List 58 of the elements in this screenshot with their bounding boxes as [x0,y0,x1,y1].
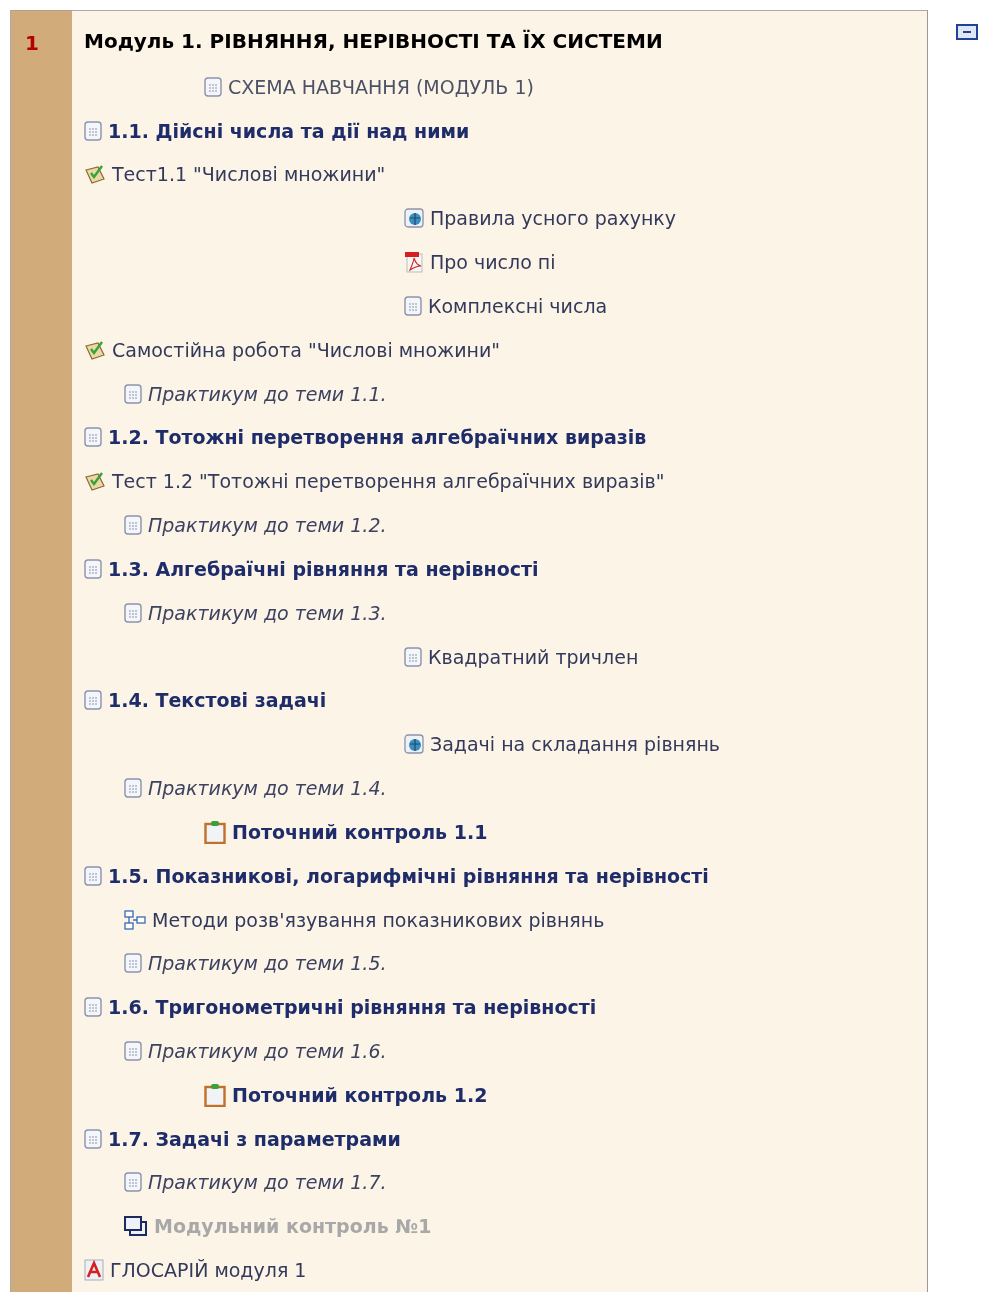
document-icon [84,1128,102,1149]
course-activity-link[interactable]: 1.2. Тотожні перетворення алгебраїчних виразів [84,426,647,449]
course-activity-link[interactable]: ГЛОСАРІЙ модуля 1 [84,1259,307,1282]
document-icon [204,76,222,97]
course-activity-link[interactable]: Практикум до теми 1.1. [124,382,387,405]
section-title: Модуль 1. РІВНЯННЯ, НЕРІВНОСТІ ТА ЇХ СИСТЕМИ [84,29,663,55]
document-icon [84,558,102,579]
windows-icon [124,1216,148,1237]
document-icon [124,515,142,536]
course-activity-link[interactable]: Практикум до теми 1.7. [124,1171,387,1194]
course-activity-link[interactable]: Комплексні числа [404,294,608,317]
course-activity-link[interactable]: Самостійна робота "Числові множини" [84,338,501,361]
course-activity-link[interactable]: Практикум до теми 1.4. [124,777,387,799]
document-icon [124,383,142,404]
course-activity-link[interactable]: Поточний контроль 1.2 [204,1082,488,1107]
course-activity-link[interactable]: Практикум до теми 1.6. [124,1040,387,1062]
document-icon [84,427,102,448]
document-icon [124,953,142,974]
section-number: 1 [25,31,39,55]
letter-icon [84,1259,104,1282]
course-activity-link[interactable]: 1.6. Тригонометричні рівняння та нерівності [84,996,597,1019]
document-icon [84,120,102,141]
document-icon [84,690,102,711]
document-icon [404,295,422,316]
document-icon [84,865,102,886]
clipboard-icon [204,819,226,844]
document-icon [124,1041,142,1061]
course-activity-link[interactable]: 1.3. Алгебраїчні рівняння та нерівності [84,557,539,580]
document-icon [124,1172,142,1193]
checklist-icon [84,164,106,185]
course-activity-link[interactable]: Поточний контроль 1.1 [204,819,488,844]
collapse-icon[interactable] [956,24,978,40]
globe-icon [404,734,424,755]
course-activity-link[interactable]: Задачі на складання рівнянь [404,733,721,756]
checklist-icon [84,339,106,360]
course-activity-link[interactable]: Практикум до теми 1.5. [124,952,387,975]
course-activity-link[interactable]: Практикум до теми 1.3. [124,601,387,624]
course-activity-link[interactable]: Практикум до теми 1.2. [124,514,387,537]
course-activity-link[interactable]: 1.5. Показникові, логарифмічні рівняння та нерівності [84,864,709,887]
clipboard-icon [204,1082,226,1107]
course-activity-link[interactable]: СХЕМА НАВЧАННЯ (МОДУЛЬ 1) [204,75,534,98]
checklist-icon [84,471,106,492]
pdf-icon [404,251,424,274]
diagram-icon [124,909,146,930]
course-activity-link[interactable]: Тест 1.2 "Тотожні перетворення алгебраїчних виразів" [84,470,665,493]
course-activity-link[interactable]: 1.1. Дійсні числа та дії над ними [84,119,470,142]
document-icon [124,778,142,798]
document-icon [84,997,102,1018]
document-icon [404,646,422,667]
course-activity-link[interactable]: Правила усного рахунку [404,207,677,230]
course-activity-link[interactable]: 1.7. Задачі з параметрами [84,1127,401,1150]
course-activity-link[interactable]: Про число пі [404,251,556,274]
course-activity-link[interactable]: Тест1.1 "Числові множини" [84,163,386,186]
course-activity-link[interactable]: Методи розв'язування показникових рівнянь [124,908,605,931]
document-icon [124,602,142,623]
course-activity-link[interactable]: 1.4. Текстові задачі [84,689,327,712]
course-activity-link[interactable]: Квадратний тричлен [404,645,639,668]
globe-icon [404,208,424,229]
